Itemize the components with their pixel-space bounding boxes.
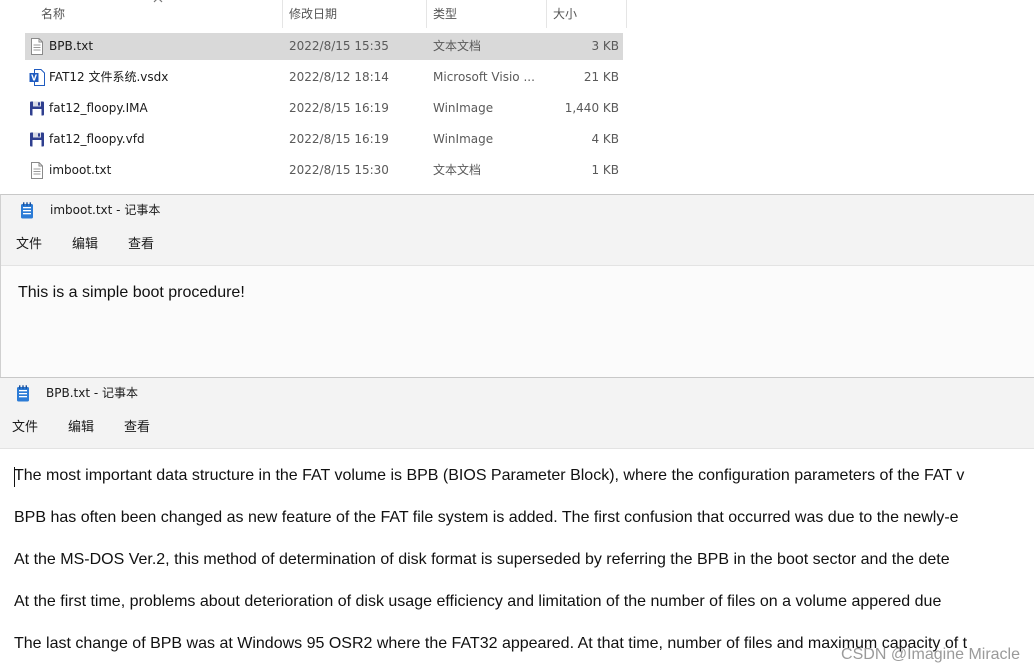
file-type: 文本文档 [433,163,482,177]
menu-edit[interactable]: 编辑 [70,225,100,265]
file-type: WinImage [433,132,494,146]
menu-view[interactable]: 查看 [126,225,156,265]
file-name: fat12_floopy.vfd [49,132,145,146]
window-title: BPB.txt - 记事本 [46,386,138,400]
column-header-name[interactable]: 名称 [41,0,65,28]
floppy-disk-icon [30,101,44,116]
file-modified: 2022/8/15 15:30 [289,163,389,177]
file-size: 1,440 KB [564,101,619,115]
text-editor-area[interactable]: This is a simple boot procedure! [1,266,1034,377]
svg-text:V: V [31,73,37,82]
text-file-icon [31,162,43,179]
file-size: 3 KB [591,39,619,53]
notepad-icon [17,385,29,402]
sort-ascending-icon [153,0,163,3]
text-editor-area[interactable]: The most important data structure in the… [0,449,1034,672]
file-modified: 2022/8/15 16:19 [289,132,389,146]
column-header-size[interactable]: 大小 [553,0,577,28]
document-text: This is a simple boot procedure! [18,284,245,301]
file-size: 4 KB [591,132,619,146]
menu-view[interactable]: 查看 [122,408,152,448]
file-name: imboot.txt [49,163,112,177]
file-size: 21 KB [583,70,619,84]
menu-edit[interactable]: 编辑 [66,408,96,448]
file-name: fat12_floopy.IMA [49,101,148,115]
file-modified: 2022/8/12 18:14 [289,70,389,84]
file-row-fat12-ima[interactable]: fat12_floopy.IMA 2022/8/15 16:19 WinImag… [25,95,623,122]
menu-file[interactable]: 文件 [10,408,40,448]
watermark-text: CSDN @Imagine Miracle [841,646,1020,663]
column-header-type[interactable]: 类型 [433,0,457,28]
file-row-fat12-vfd[interactable]: fat12_floopy.vfd 2022/8/15 16:19 WinImag… [25,126,623,153]
file-modified: 2022/8/15 15:35 [289,39,389,53]
file-row-fat12-vsdx[interactable]: V FAT12 文件系统.vsdx 2022/8/12 18:14 Micros… [25,64,623,91]
window-titlebar[interactable]: BPB.txt - 记事本 [0,378,1034,408]
column-divider[interactable] [426,0,427,28]
notepad-window-bpb: BPB.txt - 记事本 文件 编辑 查看 The most importan… [0,377,1034,672]
file-name: BPB.txt [49,39,94,53]
document-line: The last change of BPB was at Windows 95… [14,635,968,652]
column-divider[interactable] [282,0,283,28]
document-line: BPB has often been changed as new featur… [14,509,959,526]
notepad-icon [21,202,33,219]
file-modified: 2022/8/15 16:19 [289,101,389,115]
file-row-imboot-txt[interactable]: imboot.txt 2022/8/15 15:30 文本文档 1 KB [25,157,623,184]
window-titlebar[interactable]: imboot.txt - 记事本 [1,195,1034,225]
file-row-bpb-txt[interactable]: BPB.txt 2022/8/15 15:35 文本文档 3 KB [25,33,623,60]
file-type: WinImage [433,101,494,115]
file-name: FAT12 文件系统.vsdx [49,70,169,84]
document-line: The most important data structure in the… [14,467,965,484]
column-divider[interactable] [626,0,627,28]
column-divider[interactable] [546,0,547,28]
document-line: At the MS-DOS Ver.2, this method of dete… [14,551,950,568]
file-type: Microsoft Visio ... [433,70,535,84]
file-explorer-list: 名称 修改日期 类型 大小 BPB.txt 2022/8/15 15:35 文本… [0,0,1034,194]
column-header-modified[interactable]: 修改日期 [289,0,337,28]
window-title: imboot.txt - 记事本 [50,203,161,217]
menu-bar: 文件 编辑 查看 [1,225,1034,266]
file-size: 1 KB [591,163,619,177]
visio-file-icon: V [29,69,45,86]
document-line: At the first time, problems about deteri… [14,593,942,610]
menu-file[interactable]: 文件 [14,225,44,265]
notepad-window-imboot: imboot.txt - 记事本 文件 编辑 查看 This is a simp… [0,194,1034,377]
floppy-disk-icon [30,132,44,147]
menu-bar: 文件 编辑 查看 [0,408,1034,449]
text-file-icon [31,38,43,55]
file-type: 文本文档 [433,39,482,53]
